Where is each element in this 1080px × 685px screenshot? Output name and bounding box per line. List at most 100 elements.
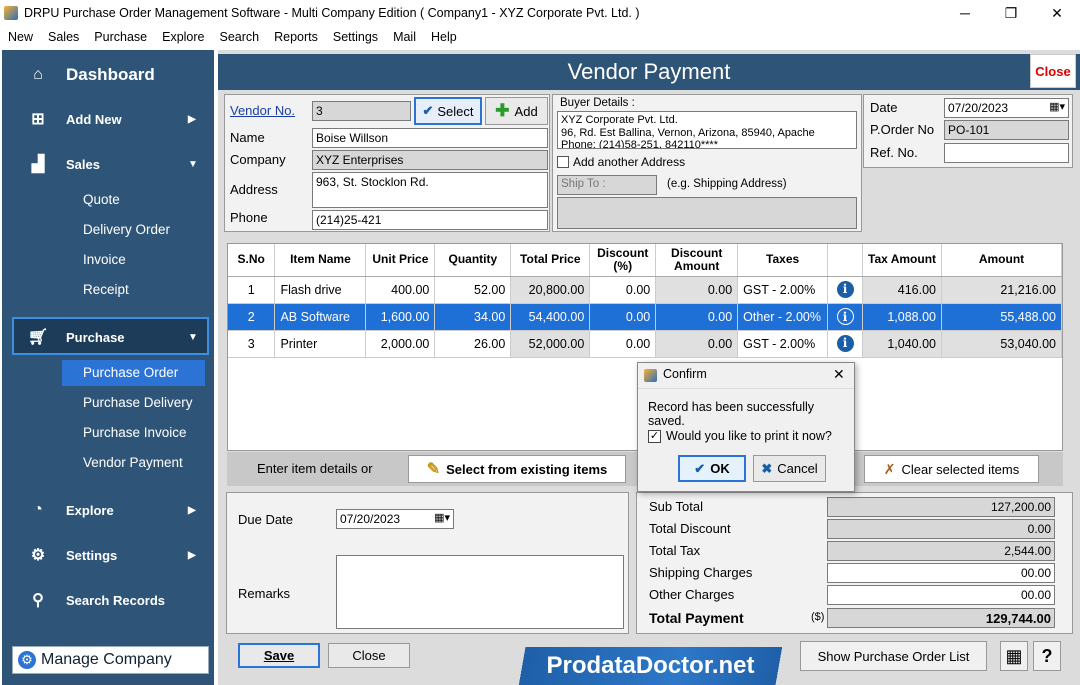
menu-help[interactable]: Help xyxy=(423,30,464,44)
total-discount-field[interactable]: 0.00 xyxy=(827,519,1055,539)
close-button[interactable]: Close xyxy=(328,643,410,668)
menu-reports[interactable]: Reports xyxy=(266,30,325,44)
menu-purchase[interactable]: Purchase xyxy=(86,30,154,44)
cell-amount[interactable]: 55,488.00 xyxy=(941,303,1062,331)
sidebar-item-dashboard[interactable]: ⌂ Dashboard xyxy=(2,64,214,86)
cell-total-price[interactable]: 52,000.00 xyxy=(510,330,591,358)
add-address-checkbox[interactable] xyxy=(557,156,569,168)
vendor-no-link[interactable]: Vendor No. xyxy=(230,103,295,118)
cell-total-price[interactable]: 54,400.00 xyxy=(510,303,591,331)
cell-quantity[interactable]: 52.00 xyxy=(434,276,512,304)
cell-tax-amount[interactable]: 1,040.00 xyxy=(862,330,943,358)
sidebar-item-quote[interactable]: Quote xyxy=(83,192,120,207)
ok-button[interactable]: ✔ OK xyxy=(678,455,746,482)
cell-item-name[interactable]: Printer xyxy=(274,330,367,358)
sidebar-item-search-records[interactable]: ⚲ Search Records xyxy=(2,589,214,611)
cell-taxes[interactable]: GST - 2.00% xyxy=(737,276,829,304)
info-icon[interactable]: i xyxy=(836,281,854,298)
cell-amount[interactable]: 21,216.00 xyxy=(941,276,1062,304)
company-field[interactable]: XYZ Enterprises xyxy=(312,150,548,170)
add-vendor-button[interactable]: ✚ Add xyxy=(485,97,548,125)
sidebar-item-purchase-delivery[interactable]: Purchase Delivery xyxy=(83,395,193,410)
cell-unit-price[interactable]: 1,600.00 xyxy=(365,303,436,331)
save-button[interactable]: Save xyxy=(238,643,320,668)
phone-field[interactable]: (214)25-421 xyxy=(312,210,548,230)
table-row[interactable]: 3 Printer 2,000.00 26.00 52,000.00 0.00 … xyxy=(228,330,1062,358)
print-checkbox[interactable]: ✓ xyxy=(648,430,661,443)
vendor-no-field[interactable]: 3 xyxy=(312,101,411,121)
cell-unit-price[interactable]: 2,000.00 xyxy=(365,330,436,358)
shipping-charges-field[interactable]: 00.00 xyxy=(827,563,1055,583)
maximize-button[interactable]: ❐ xyxy=(988,0,1034,26)
menu-new[interactable]: New xyxy=(0,30,40,44)
cell-taxes[interactable]: Other - 2.00% xyxy=(737,303,829,331)
select-existing-items-button[interactable]: ✎ Select from existing items xyxy=(408,455,626,483)
menu-sales[interactable]: Sales xyxy=(40,30,86,44)
cell-sno[interactable]: 2 xyxy=(228,303,276,331)
manage-company-button[interactable]: ⚙ Manage Company xyxy=(12,646,209,674)
menu-mail[interactable]: Mail xyxy=(385,30,423,44)
cell-info[interactable]: i xyxy=(827,276,864,304)
table-row-selected[interactable]: 2 AB Software 1,600.00 34.00 54,400.00 0… xyxy=(228,303,1062,331)
shipping-address-field[interactable] xyxy=(557,197,857,229)
sidebar-item-vendor-payment[interactable]: Vendor Payment xyxy=(83,455,183,470)
window-close-button[interactable]: ✕ xyxy=(1034,0,1080,26)
sidebar-item-add-new[interactable]: ⊞ Add New ▶ xyxy=(2,108,214,130)
info-icon[interactable]: i xyxy=(836,335,854,352)
menu-settings[interactable]: Settings xyxy=(325,30,385,44)
close-form-button[interactable]: Close xyxy=(1030,54,1076,88)
header-discount-amount[interactable]: Discount Amount xyxy=(655,244,739,277)
cell-amount[interactable]: 53,040.00 xyxy=(941,330,1062,358)
cell-tax-amount[interactable]: 1,088.00 xyxy=(862,303,943,331)
menu-explore[interactable]: Explore xyxy=(154,30,211,44)
cell-unit-price[interactable]: 400.00 xyxy=(365,276,436,304)
cell-discount-amount[interactable]: 0.00 xyxy=(655,276,739,304)
sidebar-item-invoice[interactable]: Invoice xyxy=(83,252,126,267)
sidebar-item-receipt[interactable]: Receipt xyxy=(83,282,129,297)
header-quantity[interactable]: Quantity xyxy=(434,244,512,277)
date-picker[interactable]: 07/20/2023 ▦▾ xyxy=(944,98,1069,118)
clear-selected-items-button[interactable]: ✗ Clear selected items xyxy=(864,455,1039,483)
po-field[interactable]: PO-101 xyxy=(944,120,1069,140)
menu-search[interactable]: Search xyxy=(212,30,267,44)
cell-discount-amount[interactable]: 0.00 xyxy=(655,330,739,358)
due-date-picker[interactable]: 07/20/2023 ▦▾ xyxy=(336,509,454,529)
other-charges-field[interactable]: 00.00 xyxy=(827,585,1055,605)
ship-to-field[interactable]: Ship To : xyxy=(557,175,657,195)
cell-discount-pct[interactable]: 0.00 xyxy=(589,330,657,358)
show-purchase-order-list-button[interactable]: Show Purchase Order List xyxy=(800,641,987,671)
table-row[interactable]: 1 Flash drive 400.00 52.00 20,800.00 0.0… xyxy=(228,276,1062,304)
cell-discount-pct[interactable]: 0.00 xyxy=(589,303,657,331)
cell-tax-amount[interactable]: 416.00 xyxy=(862,276,943,304)
header-sno[interactable]: S.No xyxy=(228,244,276,277)
cell-item-name[interactable]: AB Software xyxy=(274,303,367,331)
sidebar-item-delivery-order[interactable]: Delivery Order xyxy=(83,222,170,237)
cell-total-price[interactable]: 20,800.00 xyxy=(510,276,591,304)
header-item-name[interactable]: Item Name xyxy=(274,244,367,277)
cell-sno[interactable]: 1 xyxy=(228,276,276,304)
cancel-button[interactable]: ✖ Cancel xyxy=(753,455,826,482)
address-field[interactable]: 963, St. Stocklon Rd. xyxy=(312,172,548,208)
sidebar-item-purchase-order[interactable]: Purchase Order xyxy=(83,365,178,380)
remarks-field[interactable] xyxy=(336,555,624,629)
header-amount[interactable]: Amount xyxy=(941,244,1062,277)
sidebar-item-sales[interactable]: ▟ Sales ▼ xyxy=(2,153,214,175)
cell-info[interactable]: i xyxy=(827,303,864,331)
sidebar-item-settings[interactable]: ⚙ Settings ▶ xyxy=(2,544,214,566)
sub-total-field[interactable]: 127,200.00 xyxy=(827,497,1055,517)
dialog-close-button[interactable]: ✕ xyxy=(833,366,845,383)
calculator-icon[interactable]: ▦ xyxy=(1000,641,1028,671)
cell-item-name[interactable]: Flash drive xyxy=(274,276,367,304)
cell-quantity[interactable]: 26.00 xyxy=(434,330,512,358)
sidebar-item-purchase-invoice[interactable]: Purchase Invoice xyxy=(83,425,187,440)
cell-discount-pct[interactable]: 0.00 xyxy=(589,276,657,304)
header-tax-amount[interactable]: Tax Amount xyxy=(862,244,943,277)
total-payment-field[interactable]: 129,744.00 xyxy=(827,608,1055,628)
buyer-details-field[interactable]: XYZ Corporate Pvt. Ltd. 96, Rd. Est Ball… xyxy=(557,111,857,149)
total-tax-field[interactable]: 2,544.00 xyxy=(827,541,1055,561)
name-field[interactable]: Boise Willson xyxy=(312,128,548,148)
cell-sno[interactable]: 3 xyxy=(228,330,276,358)
cell-taxes[interactable]: GST - 2.00% xyxy=(737,330,829,358)
header-total-price[interactable]: Total Price xyxy=(510,244,591,277)
select-vendor-button[interactable]: ✔ Select xyxy=(414,97,482,125)
